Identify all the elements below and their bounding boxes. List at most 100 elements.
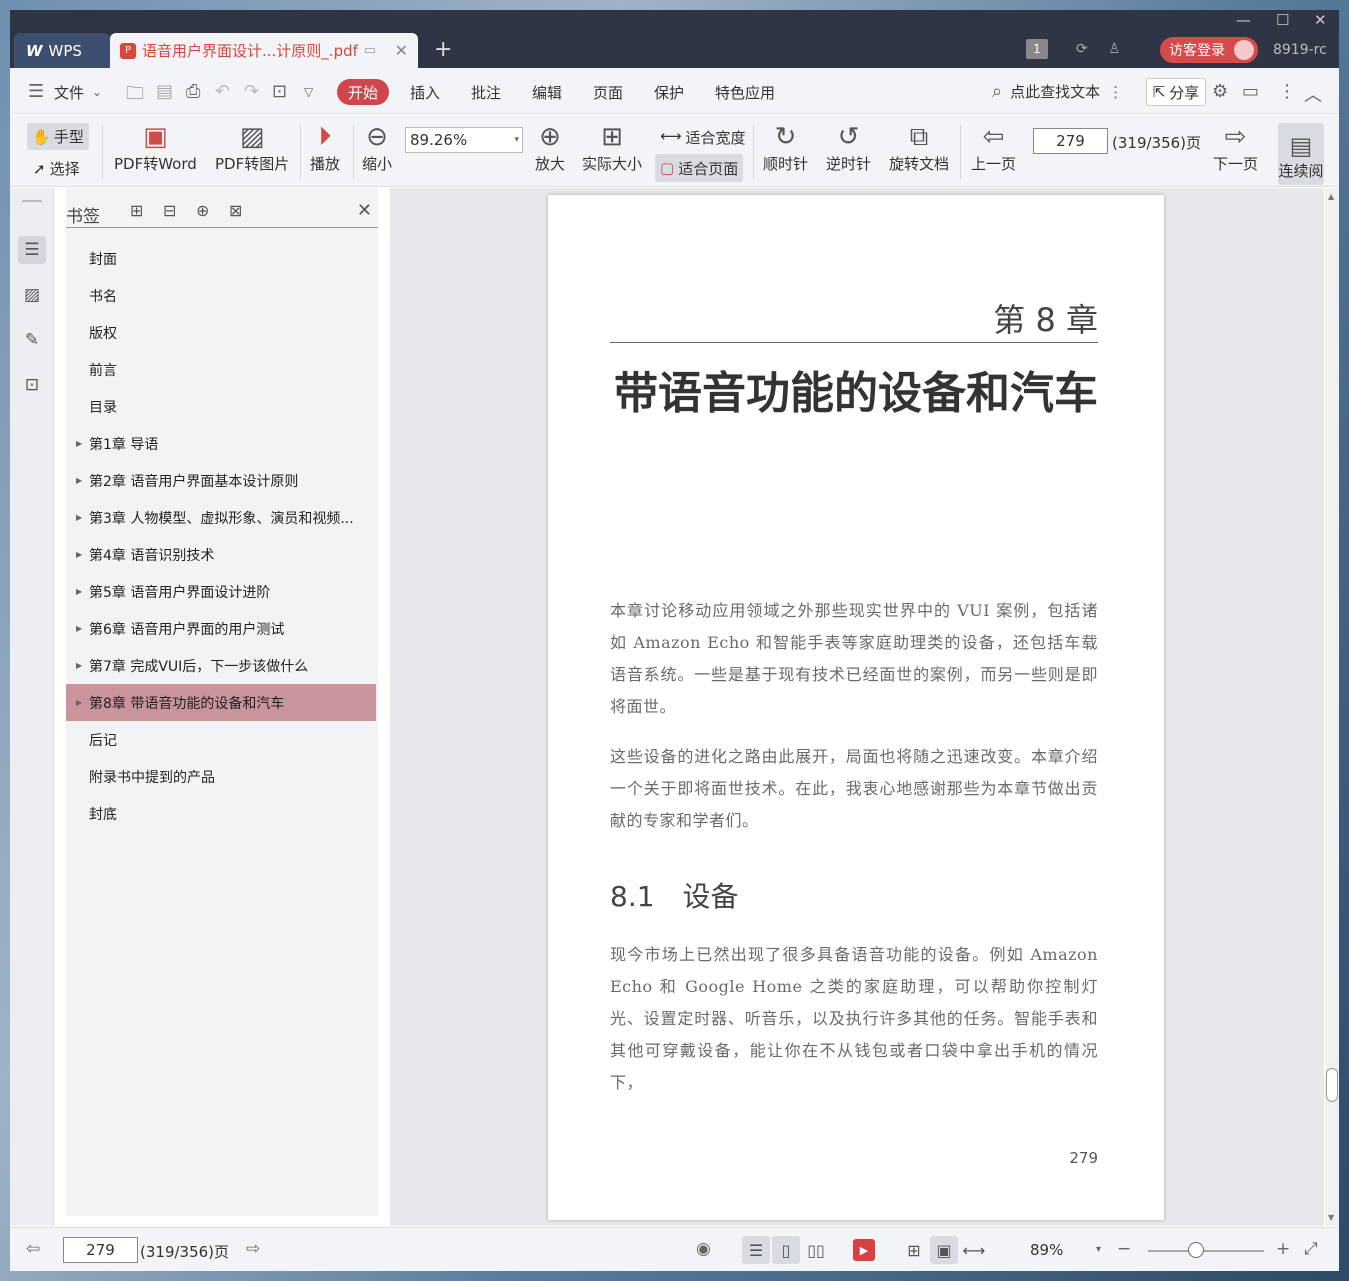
- collapse-ribbon-icon[interactable]: ︿: [1304, 81, 1322, 107]
- hand-tool-button[interactable]: ✋ 手型: [27, 123, 89, 150]
- continuous-read-button[interactable]: ▤ 连续阅: [1278, 123, 1324, 185]
- hamburger-menu-icon[interactable]: ☰: [28, 81, 44, 102]
- bookmark-item[interactable]: ▶ 第4章 语音识别技术: [66, 536, 378, 573]
- annotation-panel-icon[interactable]: ✎: [18, 326, 46, 354]
- bookmark-item[interactable]: 后记: [66, 721, 378, 758]
- tab-protect[interactable]: 保护: [654, 82, 684, 103]
- tab-wps-home[interactable]: W WPS: [14, 33, 110, 68]
- file-menu[interactable]: 文件: [54, 82, 84, 103]
- zoom-minus-icon[interactable]: −: [1117, 1239, 1131, 1259]
- close-icon[interactable]: ✕: [357, 200, 372, 221]
- gear-icon[interactable]: ⚙: [1212, 81, 1228, 102]
- pdf-to-image-button[interactable]: ▨ PDF转图片: [215, 121, 289, 174]
- fit-width-status-icon[interactable]: ⟷: [960, 1236, 988, 1264]
- scroll-down-icon[interactable]: ▼: [1328, 1213, 1334, 1222]
- cloud-sync-icon[interactable]: ⟳: [1076, 41, 1088, 57]
- export-image-icon[interactable]: ⊡: [272, 81, 287, 102]
- bookmark-item[interactable]: ▶ 第7章 完成VUI后，下一步该做什么: [66, 647, 378, 684]
- expand-caret-icon[interactable]: ▶: [76, 661, 82, 670]
- print-icon[interactable]: ⎙: [186, 81, 200, 102]
- share-button[interactable]: ⇱ 分享: [1146, 78, 1206, 106]
- thumbnail-panel-icon[interactable]: ▨: [18, 281, 46, 309]
- scrollbar-thumb[interactable]: [1326, 1068, 1338, 1102]
- expand-caret-icon[interactable]: ▶: [76, 439, 82, 448]
- fit-page-button[interactable]: ▢ 适合页面: [655, 154, 744, 182]
- minimize-icon[interactable]: —: [1236, 11, 1251, 29]
- play-button[interactable]: ⏵ 播放: [310, 121, 340, 174]
- rotate-counterclockwise-button[interactable]: ↺ 逆时针: [826, 121, 871, 174]
- single-page-view-icon[interactable]: ▯: [772, 1236, 800, 1264]
- save-icon[interactable]: ▤: [156, 81, 173, 102]
- select-tool-button[interactable]: ➚ 选择: [33, 158, 80, 179]
- signature-panel-icon[interactable]: ⊡: [18, 371, 46, 399]
- two-page-view-icon[interactable]: ▯▯: [802, 1236, 830, 1264]
- prev-page-icon[interactable]: ⇦: [26, 1239, 40, 1259]
- expand-caret-icon[interactable]: ▶: [76, 624, 82, 633]
- comment-icon[interactable]: ▭: [1242, 81, 1259, 102]
- add-bookmark-icon[interactable]: ⊕: [196, 201, 209, 220]
- search-text-button[interactable]: ⌕ 点此查找文本 ⋮: [992, 81, 1123, 102]
- bookmark-item[interactable]: 目录: [66, 388, 378, 425]
- zoom-in-button[interactable]: ⊕ 放大: [535, 121, 565, 174]
- next-page-icon[interactable]: ⇨: [246, 1239, 260, 1259]
- scroll-up-icon[interactable]: ▲: [1328, 192, 1334, 201]
- close-window-icon[interactable]: ✕: [1314, 11, 1327, 29]
- page-number-input[interactable]: 279: [1033, 128, 1108, 154]
- actual-size-button[interactable]: ⊞ 实际大小: [582, 121, 642, 174]
- bookmark-item[interactable]: 书名: [66, 277, 378, 314]
- bookmark-item[interactable]: ▶ 第6章 语音用户界面的用户测试: [66, 610, 378, 647]
- zoom-slider[interactable]: [1148, 1250, 1264, 1252]
- expand-caret-icon[interactable]: ▶: [76, 698, 82, 707]
- bookmark-item[interactable]: ▶ 第5章 语音用户界面设计进阶: [66, 573, 378, 610]
- tab-insert[interactable]: 插入: [410, 82, 440, 103]
- rotate-clockwise-button[interactable]: ↻ 顺时针: [763, 121, 808, 174]
- expand-caret-icon[interactable]: ▶: [76, 550, 82, 559]
- actual-size-status-icon[interactable]: ⊞: [900, 1236, 928, 1264]
- pdf-to-word-button[interactable]: ▣ PDF转Word: [114, 121, 197, 174]
- guest-login-button[interactable]: 访客登录: [1160, 37, 1258, 63]
- fit-page-status-icon[interactable]: ▣: [930, 1236, 958, 1264]
- zoom-dropdown-icon[interactable]: ▾: [1096, 1244, 1101, 1255]
- eye-protection-icon[interactable]: ◉: [696, 1239, 711, 1259]
- rotate-document-button[interactable]: ⧉ 旋转文档: [889, 121, 949, 174]
- more-icon[interactable]: ⋮: [1278, 81, 1296, 102]
- zoom-out-button[interactable]: ⊖ 缩小: [362, 121, 392, 174]
- expand-caret-icon[interactable]: ▶: [76, 476, 82, 485]
- tab-page[interactable]: 页面: [593, 82, 623, 103]
- tab-features[interactable]: 特色应用: [715, 82, 775, 103]
- fit-width-button[interactable]: ⟷ 适合宽度: [660, 127, 746, 148]
- delete-bookmark-icon[interactable]: ⊠: [229, 201, 242, 220]
- bookmark-item[interactable]: 封底: [66, 795, 378, 832]
- bookmark-item[interactable]: ▶ 第2章 语音用户界面基本设计原则: [66, 462, 378, 499]
- panel-drag-handle[interactable]: [22, 200, 42, 202]
- skin-shirt-icon[interactable]: ♙: [1108, 41, 1121, 57]
- tab-close-icon[interactable]: ✕: [395, 41, 408, 60]
- bookmark-item[interactable]: 封面: [66, 240, 378, 277]
- zoom-dropdown-icon[interactable]: ▾: [514, 135, 519, 145]
- chevron-down-icon[interactable]: ⌄: [92, 85, 102, 99]
- bookmark-item[interactable]: ▶ 第1章 导语: [66, 425, 378, 462]
- bookmark-item[interactable]: ▶ 第3章 人物模型、虚拟形象、演员和视频...: [66, 499, 378, 536]
- zoom-slider-knob[interactable]: [1188, 1242, 1204, 1258]
- zoom-plus-icon[interactable]: +: [1276, 1239, 1290, 1259]
- bookmark-item[interactable]: 前言: [66, 351, 378, 388]
- bookmark-item[interactable]: ▶ 第8章 带语音功能的设备和汽车: [66, 684, 376, 721]
- zoom-input[interactable]: 89.26% ▾: [405, 127, 523, 153]
- maximize-icon[interactable]: ☐: [1276, 11, 1289, 29]
- prev-page-button[interactable]: ⇦ 上一页: [971, 121, 1016, 174]
- window-count-badge[interactable]: 1: [1026, 39, 1048, 59]
- collapse-all-icon[interactable]: ⊟: [163, 201, 176, 220]
- expand-caret-icon[interactable]: ▶: [76, 513, 82, 522]
- tab-annotate[interactable]: 批注: [471, 82, 501, 103]
- more-vertical-icon[interactable]: ⋮: [1108, 83, 1123, 101]
- bookmark-item[interactable]: 附录书中提到的产品: [66, 758, 378, 795]
- tab-document[interactable]: P 语音用户界面设计...计原则_.pdf ▭ ✕: [110, 33, 418, 68]
- open-folder-icon[interactable]: 🗀: [126, 81, 144, 111]
- undo-icon[interactable]: ↶: [215, 81, 230, 102]
- next-page-button[interactable]: ⇨ 下一页: [1213, 121, 1258, 174]
- fullscreen-icon[interactable]: ⤢: [1304, 1239, 1318, 1259]
- tab-start[interactable]: 开始: [337, 79, 389, 105]
- tab-edit[interactable]: 编辑: [532, 82, 562, 103]
- document-view[interactable]: 第 8 章 带语音功能的设备和汽车 本章讨论移动应用领域之外那些现实世界中的 V…: [390, 188, 1324, 1226]
- status-page-input[interactable]: 279: [63, 1237, 138, 1263]
